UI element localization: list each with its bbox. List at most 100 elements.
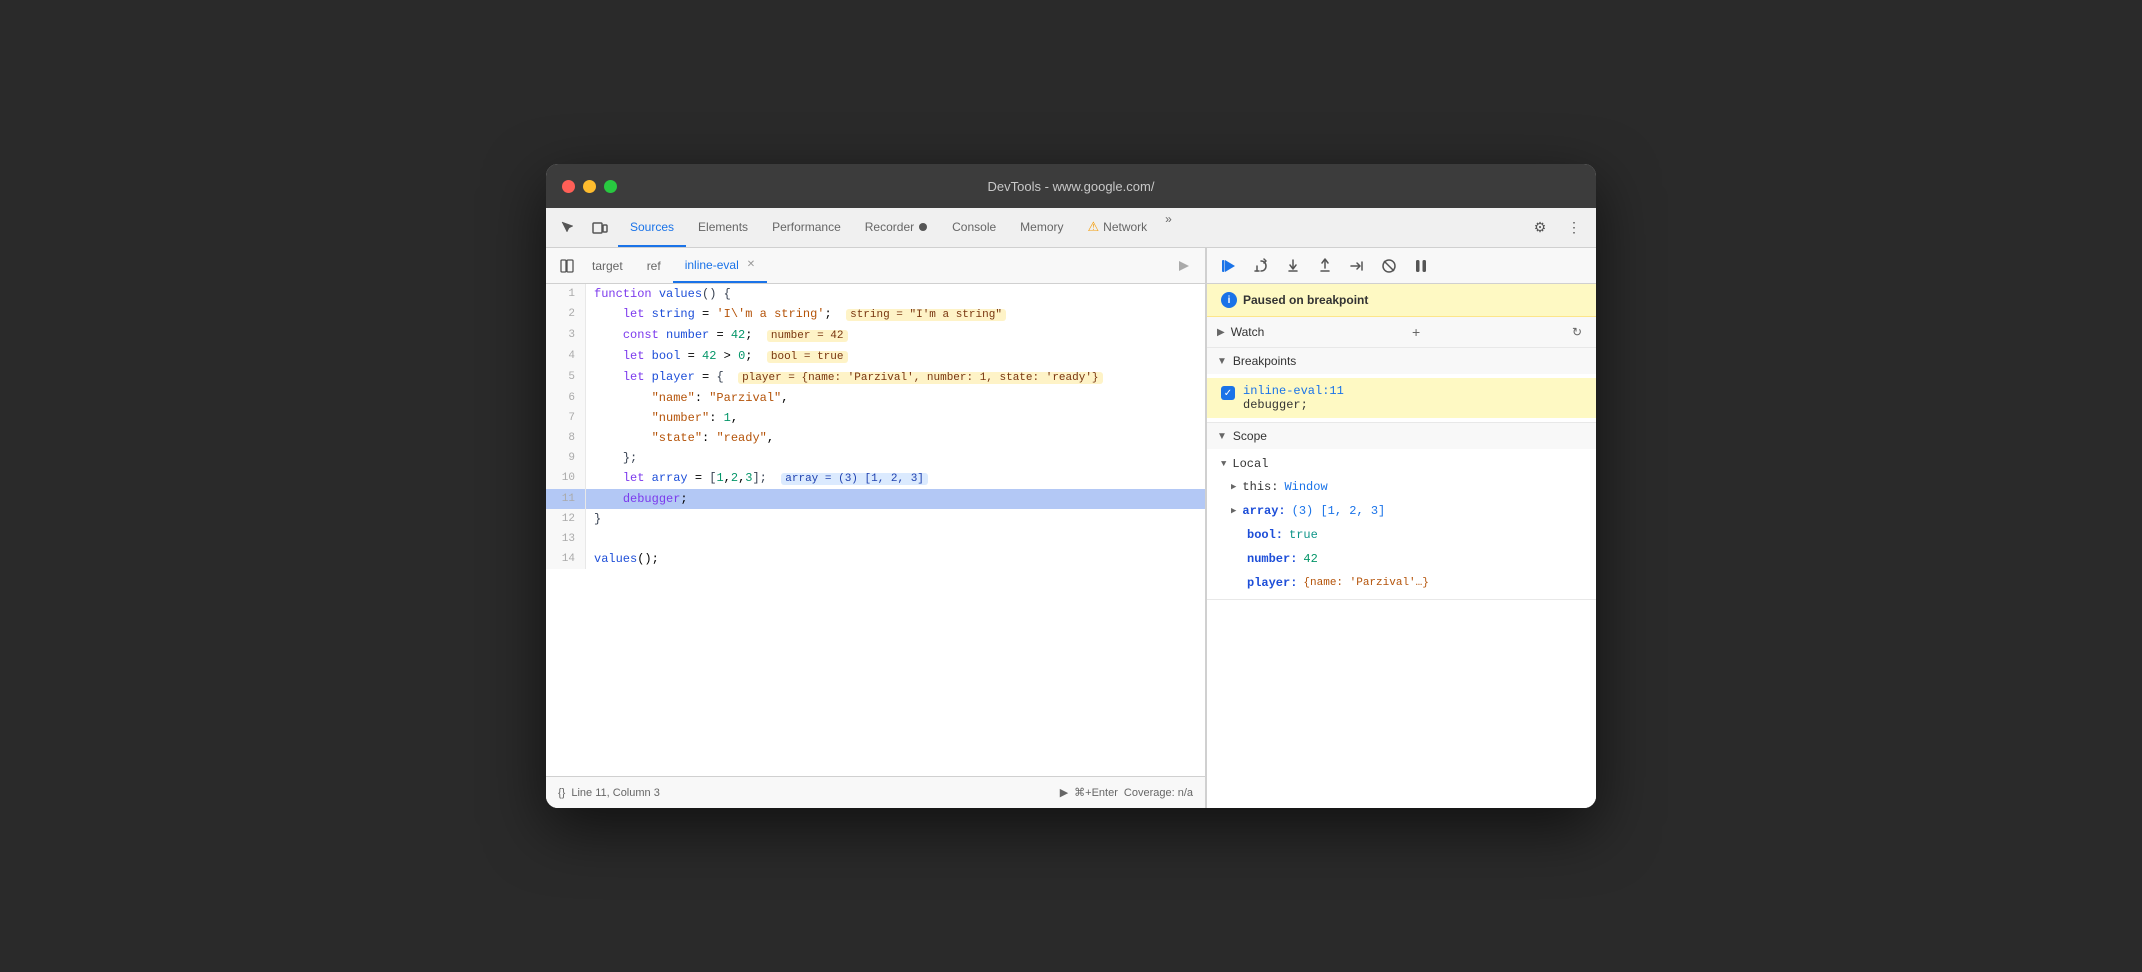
line-content-3: const number = 42; number = 42 (586, 325, 1205, 346)
network-warning-icon: ⚠ (1088, 219, 1100, 235)
code-lines: 1 function values() { 2 let string = 'I\… (546, 284, 1205, 569)
scope-accordion-header[interactable]: ▼ Scope (1207, 423, 1596, 449)
status-bar: {} Line 11, Column 3 ▶ ⌘+Enter Coverage:… (546, 776, 1205, 808)
maximize-button[interactable] (604, 180, 617, 193)
scope-local-label: Local (1232, 457, 1268, 471)
code-line-4: 4 let bool = 42 > 0; bool = true (546, 346, 1205, 367)
file-tab-ref[interactable]: ref (635, 248, 673, 283)
code-editor[interactable]: 1 function values() { 2 let string = 'I\… (546, 284, 1205, 776)
recorder-dot-icon (918, 222, 928, 232)
scope-key-bool: bool: (1231, 526, 1283, 544)
more-tabs-button[interactable]: » (1159, 208, 1178, 247)
breakpoint-item-1: ✓ inline-eval:11 debugger; (1207, 378, 1596, 418)
tab-recorder[interactable]: Recorder (853, 208, 940, 247)
watch-accordion-header[interactable]: ▶ Watch + ↻ (1207, 317, 1596, 347)
status-bar-right: ▶ ⌘+Enter Coverage: n/a (1060, 786, 1193, 799)
code-line-9: 9 }; (546, 448, 1205, 468)
code-line-5: 5 let player = { player = {name: 'Parziv… (546, 367, 1205, 388)
minimize-button[interactable] (583, 180, 596, 193)
line-number-8: 8 (546, 428, 586, 448)
breakpoint-checkbox-1[interactable]: ✓ (1221, 386, 1235, 400)
scope-value-bool: true (1289, 526, 1318, 544)
line-content-11: debugger; (586, 489, 1205, 509)
inspect-icon[interactable] (554, 214, 582, 242)
watch-section: ▶ Watch + ↻ (1207, 317, 1596, 348)
step-button[interactable] (1343, 252, 1371, 280)
scope-key-number: number: (1231, 550, 1297, 568)
scope-key-this: this: (1242, 478, 1278, 496)
code-line-13: 13 (546, 529, 1205, 549)
code-line-11: 11 debugger; (546, 489, 1205, 509)
scope-key-player: player: (1231, 574, 1297, 592)
deactivate-breakpoints-button[interactable] (1375, 252, 1403, 280)
more-options-icon[interactable]: ⋮ (1560, 214, 1588, 242)
code-line-10: 10 let array = [1,2,3]; array = (3) [1, … (546, 468, 1205, 489)
watch-refresh-icon[interactable]: ↻ (1568, 323, 1586, 341)
tab-network[interactable]: ⚠ Network (1076, 208, 1160, 247)
line-content-8: "state": "ready", (586, 428, 1205, 448)
file-tab-inline-eval[interactable]: inline-eval ✕ (673, 248, 767, 283)
tab-console[interactable]: Console (940, 208, 1008, 247)
scope-local-header[interactable]: ▼ Local (1207, 453, 1596, 475)
close-tab-icon[interactable]: ✕ (747, 259, 755, 270)
line-number-12: 12 (546, 509, 586, 529)
settings-icon[interactable]: ⚙ (1526, 214, 1554, 242)
code-line-14: 14 values(); (546, 549, 1205, 569)
breakpoints-label: Breakpoints (1233, 354, 1296, 368)
line-number-13: 13 (546, 529, 586, 549)
line-number-6: 6 (546, 388, 586, 408)
code-line-7: 7 "number": 1, (546, 408, 1205, 428)
step-into-button[interactable] (1279, 252, 1307, 280)
code-line-12: 12 } (546, 509, 1205, 529)
scope-item-number: number: 42 (1207, 547, 1596, 571)
devtools-window: DevTools - www.google.com/ Sources Eleme… (546, 164, 1596, 808)
position-text: Line 11, Column 3 (571, 787, 659, 799)
device-toggle-icon[interactable] (586, 214, 614, 242)
breakpoints-accordion-header[interactable]: ▼ Breakpoints (1207, 348, 1596, 374)
breakpoint-notice-text: Paused on breakpoint (1243, 293, 1368, 307)
close-button[interactable] (562, 180, 575, 193)
scope-value-this: Window (1284, 478, 1327, 496)
run-icon[interactable]: ▶ (1060, 786, 1068, 799)
main-content: target ref inline-eval ✕ (546, 248, 1596, 808)
line-content-4: let bool = 42 > 0; bool = true (586, 346, 1205, 367)
scope-item-this[interactable]: ▶ this: Window (1207, 475, 1596, 499)
watch-add-icon[interactable]: + (1407, 323, 1425, 341)
scope-arrow-icon: ▼ (1217, 431, 1227, 442)
info-icon: i (1221, 292, 1237, 308)
scope-key-array: array: (1242, 502, 1285, 520)
scope-section: ▼ Scope ▼ Local ▶ this: Window (1207, 423, 1596, 600)
file-tab-target[interactable]: target (580, 248, 635, 283)
tab-sources[interactable]: Sources (618, 208, 686, 247)
debugger-toolbar (1207, 248, 1596, 284)
line-number-3: 3 (546, 325, 586, 346)
traffic-lights (562, 180, 617, 193)
resume-button[interactable] (1215, 252, 1243, 280)
tab-memory[interactable]: Memory (1008, 208, 1075, 247)
tab-performance[interactable]: Performance (760, 208, 853, 247)
tabbar-actions: ⚙ ⋮ (1526, 208, 1588, 247)
breakpoints-arrow-icon: ▼ (1217, 356, 1227, 367)
code-line-8: 8 "state": "ready", (546, 428, 1205, 448)
main-tabbar: Sources Elements Performance Recorder Co… (546, 208, 1596, 248)
scope-item-array[interactable]: ▶ array: (3) [1, 2, 3] (1207, 499, 1596, 523)
line-content-2: let string = 'I\'m a string'; string = "… (586, 304, 1205, 325)
step-out-button[interactable] (1311, 252, 1339, 280)
sources-tab-right-icon[interactable] (1171, 253, 1197, 279)
tabbar-left-icons (554, 208, 614, 247)
pause-exceptions-button[interactable] (1407, 252, 1435, 280)
navigator-toggle-icon[interactable] (554, 253, 580, 279)
line-number-4: 4 (546, 346, 586, 367)
window-title: DevTools - www.google.com/ (988, 179, 1155, 194)
titlebar: DevTools - www.google.com/ (546, 164, 1596, 208)
scope-content: ▼ Local ▶ this: Window ▶ array: (3) [1, … (1207, 449, 1596, 599)
format-icon[interactable]: {} (558, 787, 565, 799)
line-content-5: let player = { player = {name: 'Parzival… (586, 367, 1205, 388)
line-number-10: 10 (546, 468, 586, 489)
tab-elements[interactable]: Elements (686, 208, 760, 247)
scope-item-bool: bool: true (1207, 523, 1596, 547)
breakpoint-code-1: debugger; (1243, 398, 1344, 412)
step-over-button[interactable] (1247, 252, 1275, 280)
line-number-14: 14 (546, 549, 586, 569)
watch-arrow-icon: ▶ (1217, 327, 1225, 338)
